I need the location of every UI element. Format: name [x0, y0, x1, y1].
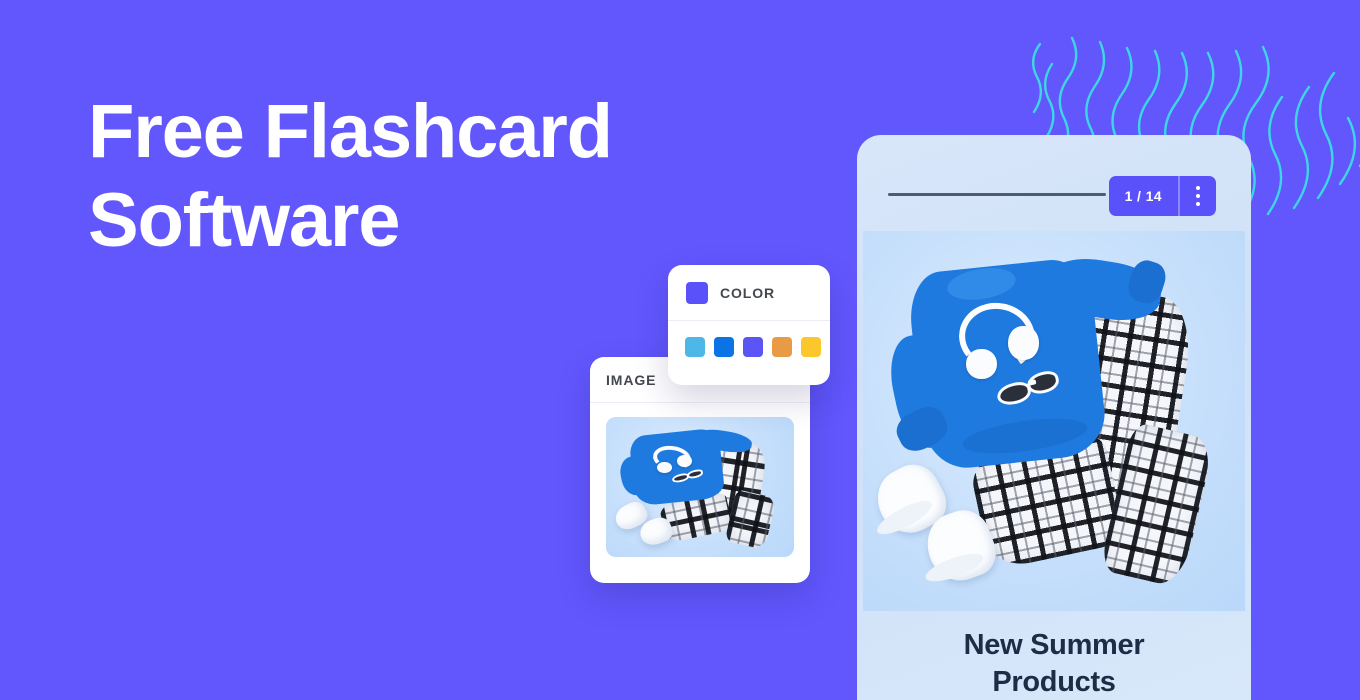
phone-header: 1 / 14: [857, 135, 1251, 231]
color-swatch-purple[interactable]: [743, 337, 763, 357]
kebab-dot: [1196, 202, 1200, 206]
color-swatch-icon: [686, 281, 708, 304]
color-swatch-row: [668, 321, 830, 373]
color-panel[interactable]: COLOR: [668, 265, 830, 385]
color-panel-header: COLOR: [668, 265, 830, 321]
kebab-menu-icon[interactable]: [1180, 176, 1216, 216]
color-swatch-yellow[interactable]: [801, 337, 821, 357]
product-caption: New Summer Products: [963, 629, 1145, 698]
color-swatch-light-blue[interactable]: [685, 337, 705, 357]
color-swatch-blue[interactable]: [714, 337, 734, 357]
kebab-dot: [1196, 186, 1200, 190]
product-photo: [863, 231, 1245, 611]
page-headline: Free Flashcard Software: [88, 89, 613, 263]
title-placeholder-line: [888, 193, 1106, 196]
image-panel-title: IMAGE: [606, 371, 657, 388]
kebab-dot: [1196, 194, 1200, 198]
headphones-earcup: [966, 348, 997, 380]
color-swatch-orange[interactable]: [772, 337, 792, 357]
image-panel[interactable]: IMAGE: [590, 357, 810, 583]
headphones-earcup: [1008, 326, 1039, 361]
phone-mockup: 1 / 14 New Summer Products: [857, 135, 1251, 700]
color-panel-title: COLOR: [720, 284, 776, 301]
page-indicator-label: 1 / 14: [1124, 188, 1162, 204]
image-thumbnail-wrap: [590, 403, 810, 571]
image-thumbnail[interactable]: [606, 417, 794, 557]
page-indicator-control[interactable]: 1 / 14: [1108, 176, 1216, 216]
headphones-earcup: [656, 461, 672, 473]
